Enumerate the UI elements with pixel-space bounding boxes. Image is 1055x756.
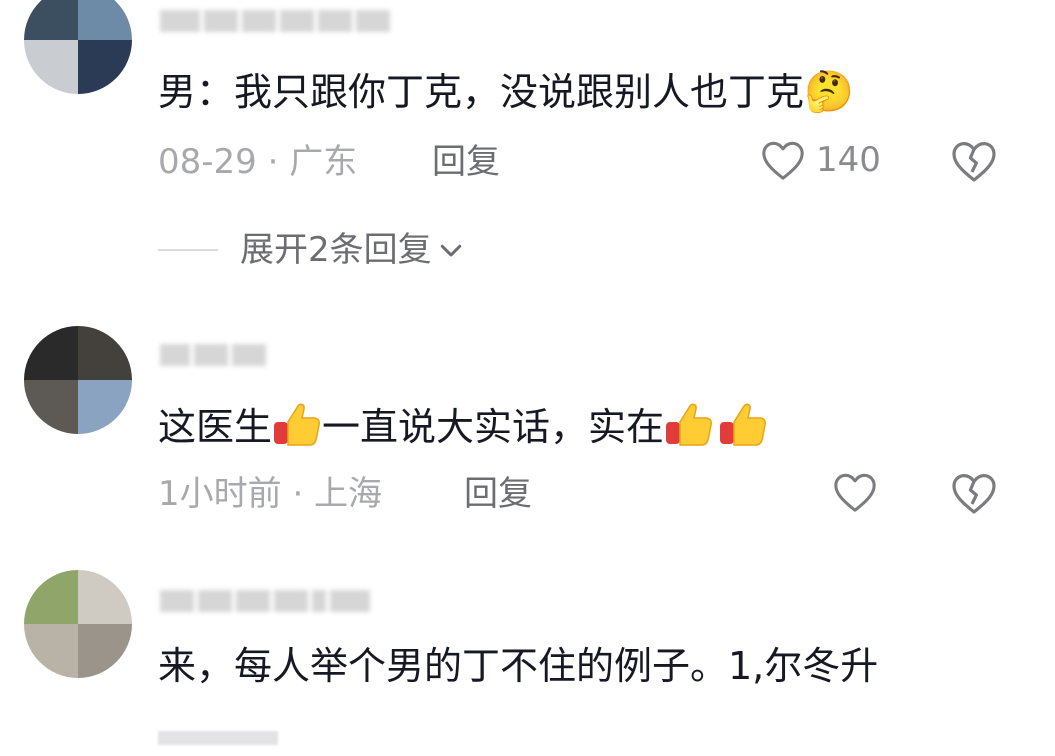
like-button[interactable]: 140 bbox=[760, 138, 881, 182]
broken-heart-icon bbox=[952, 474, 996, 514]
dislike-button[interactable] bbox=[950, 470, 998, 520]
avatar[interactable] bbox=[24, 326, 132, 434]
expand-replies-button[interactable]: 展开2条回复 bbox=[158, 228, 466, 272]
thumbs-up-emoji bbox=[666, 403, 713, 446]
comment-meta: 08-29 · 广东 bbox=[158, 142, 358, 182]
avatar[interactable] bbox=[24, 570, 132, 678]
username-blurred[interactable] bbox=[160, 340, 266, 370]
comment-text: 来，每人举个男的丁不住的例子。1,尔冬升 bbox=[158, 644, 879, 688]
heart-outline-icon bbox=[834, 473, 876, 512]
comment-meta: 1小时前 · 上海 bbox=[158, 474, 383, 514]
avatar[interactable] bbox=[24, 0, 132, 94]
expand-replies-label: 展开2条回复 bbox=[240, 230, 432, 270]
reply-button[interactable]: 回复 bbox=[464, 472, 532, 516]
dislike-button[interactable] bbox=[950, 138, 998, 188]
thumbs-up-emoji bbox=[720, 403, 767, 446]
broken-heart-icon bbox=[952, 142, 996, 182]
username-blurred[interactable] bbox=[160, 6, 390, 36]
like-button[interactable] bbox=[832, 470, 878, 514]
thinking-face-emoji: 🤔 bbox=[804, 69, 854, 115]
username-blurred[interactable] bbox=[160, 586, 370, 616]
comment-text: 男：我只跟你丁克，没说跟别人也丁克🤔 bbox=[158, 69, 854, 115]
comment-meta-partial bbox=[158, 712, 278, 756]
comment-text: 这医生 一直说大实话，实在 bbox=[158, 400, 768, 451]
reply-button[interactable]: 回复 bbox=[432, 140, 500, 184]
like-count: 140 bbox=[816, 140, 881, 180]
chevron-down-icon bbox=[440, 244, 461, 257]
thumbs-up-emoji bbox=[274, 403, 321, 446]
heart-outline-icon bbox=[762, 141, 804, 180]
divider bbox=[158, 249, 218, 251]
